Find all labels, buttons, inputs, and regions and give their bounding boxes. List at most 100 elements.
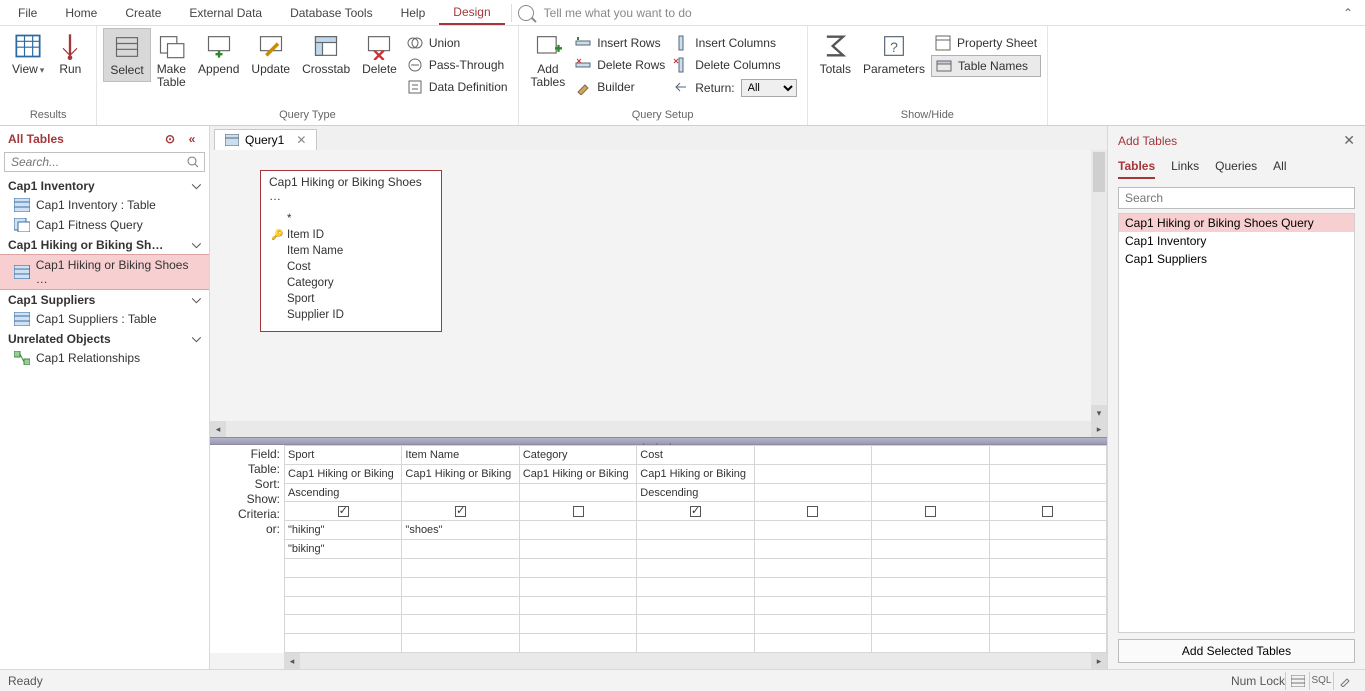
grid-cell[interactable] <box>519 540 636 559</box>
grid-cell[interactable] <box>637 521 754 540</box>
add-tables-tab[interactable]: Links <box>1171 159 1199 179</box>
grid-cell[interactable] <box>285 577 402 596</box>
grid-cell[interactable] <box>519 615 636 634</box>
grid-cell[interactable] <box>872 615 989 634</box>
grid-cell[interactable]: "hiking" <box>285 521 402 540</box>
grid-horizontal-scrollbar[interactable]: ◂▸ <box>284 653 1107 669</box>
grid-cell[interactable] <box>402 596 519 615</box>
grid-cell[interactable] <box>872 634 989 653</box>
add-tables-tab[interactable]: Queries <box>1215 159 1257 179</box>
add-tables-button[interactable]: Add Tables <box>525 28 572 93</box>
grid-cell[interactable] <box>754 634 871 653</box>
grid-cell[interactable] <box>402 483 519 502</box>
menu-database-tools[interactable]: Database Tools <box>276 2 387 24</box>
grid-cell[interactable] <box>402 502 519 521</box>
nav-item[interactable]: Cap1 Inventory : Table <box>0 195 209 215</box>
vertical-scrollbar[interactable]: ▾ <box>1091 150 1107 421</box>
grid-cell[interactable] <box>637 615 754 634</box>
add-tables-list-item[interactable]: Cap1 Inventory <box>1119 232 1354 250</box>
grid-cell[interactable] <box>989 446 1106 465</box>
grid-cell[interactable] <box>285 502 402 521</box>
return-select[interactable]: All <box>741 79 797 97</box>
delete-columns-button[interactable]: Delete Columns <box>669 55 800 75</box>
grid-cell[interactable] <box>519 502 636 521</box>
nav-group[interactable]: Cap1 Inventory⌵ <box>0 176 209 195</box>
grid-cell[interactable] <box>872 596 989 615</box>
scroll-left-icon[interactable]: ◂ <box>284 653 300 669</box>
grid-cell[interactable] <box>872 464 989 483</box>
grid-cell[interactable] <box>402 615 519 634</box>
grid-cell[interactable] <box>754 596 871 615</box>
nav-item[interactable]: Cap1 Relationships <box>0 348 209 368</box>
grid-cell[interactable] <box>519 634 636 653</box>
run-button[interactable]: Run <box>50 28 90 80</box>
grid-cell[interactable] <box>285 634 402 653</box>
nav-dropdown-icon[interactable]: ⊙ <box>161 132 179 146</box>
data-definition-button[interactable]: Data Definition <box>403 77 512 97</box>
nav-item[interactable]: Cap1 Fitness Query <box>0 215 209 235</box>
grid-cell[interactable] <box>754 558 871 577</box>
grid-cell[interactable] <box>989 464 1106 483</box>
grid-cell[interactable]: Descending <box>637 483 754 502</box>
pass-through-button[interactable]: Pass-Through <box>403 55 512 75</box>
grid-cell[interactable] <box>519 577 636 596</box>
grid-cell[interactable] <box>285 558 402 577</box>
ribbon-collapse-icon[interactable]: ⌃ <box>1343 6 1361 20</box>
property-sheet-button[interactable]: Property Sheet <box>931 33 1041 53</box>
grid-cell[interactable]: Sport <box>285 446 402 465</box>
field-item[interactable]: Category <box>265 275 437 291</box>
query-design-surface[interactable]: Cap1 Hiking or Biking Shoes … *🔑Item IDI… <box>210 150 1107 421</box>
close-icon[interactable]: ✕ <box>296 133 306 147</box>
grid-cell[interactable] <box>989 558 1106 577</box>
update-button[interactable]: Update <box>245 28 296 80</box>
grid-cell[interactable] <box>754 577 871 596</box>
grid-cell[interactable] <box>872 483 989 502</box>
append-button[interactable]: Append <box>192 28 245 80</box>
grid-cell[interactable] <box>285 615 402 634</box>
grid-cell[interactable] <box>402 540 519 559</box>
menu-file[interactable]: File <box>4 2 51 24</box>
nav-item[interactable]: Cap1 Suppliers : Table <box>0 309 209 329</box>
grid-cell[interactable]: "biking" <box>285 540 402 559</box>
grid-cell[interactable] <box>637 558 754 577</box>
grid-cell[interactable] <box>637 577 754 596</box>
grid-cell[interactable] <box>989 634 1106 653</box>
grid-cell[interactable]: Ascending <box>285 483 402 502</box>
grid-cell[interactable] <box>519 483 636 502</box>
pane-splitter[interactable] <box>210 437 1107 445</box>
grid-cell[interactable] <box>637 634 754 653</box>
insert-columns-button[interactable]: Insert Columns <box>669 33 800 53</box>
grid-cell[interactable]: Item Name <box>402 446 519 465</box>
grid-cell[interactable] <box>402 558 519 577</box>
grid-cell[interactable] <box>989 502 1106 521</box>
grid-cell[interactable] <box>519 558 636 577</box>
grid-cell[interactable] <box>872 446 989 465</box>
grid-cell[interactable] <box>754 483 871 502</box>
add-tables-search[interactable]: Search <box>1118 187 1355 209</box>
grid-cell[interactable] <box>285 596 402 615</box>
search-icon[interactable] <box>182 153 204 171</box>
tab-query1[interactable]: Query1 ✕ <box>214 129 317 150</box>
grid-cell[interactable]: Cap1 Hiking or Biking <box>637 464 754 483</box>
grid-cell[interactable] <box>872 558 989 577</box>
grid-cell[interactable] <box>519 596 636 615</box>
menu-help[interactable]: Help <box>387 2 440 24</box>
grid-cell[interactable]: Cap1 Hiking or Biking <box>519 464 636 483</box>
nav-group[interactable]: Cap1 Hiking or Biking Sh…⌵ <box>0 235 209 254</box>
grid-cell[interactable] <box>989 577 1106 596</box>
make-table-button[interactable]: Make Table <box>151 28 192 93</box>
field-item[interactable]: 🔑Item ID <box>265 227 437 243</box>
add-selected-tables-button[interactable]: Add Selected Tables <box>1118 639 1355 663</box>
grid-cell[interactable] <box>519 521 636 540</box>
select-query-button[interactable]: Select <box>103 28 150 82</box>
table-field-list[interactable]: Cap1 Hiking or Biking Shoes … *🔑Item IDI… <box>260 170 442 332</box>
nav-header[interactable]: All Tables ⊙ « <box>0 126 209 152</box>
add-tables-list-item[interactable]: Cap1 Suppliers <box>1119 250 1354 268</box>
grid-cell[interactable]: Cap1 Hiking or Biking <box>402 464 519 483</box>
add-tables-tab[interactable]: Tables <box>1118 159 1155 179</box>
design-horizontal-scrollbar[interactable]: ◂▸ <box>210 421 1107 437</box>
scroll-right-icon[interactable]: ▸ <box>1091 421 1107 437</box>
grid-cell[interactable] <box>754 540 871 559</box>
scroll-left-icon[interactable]: ◂ <box>210 421 226 437</box>
nav-group[interactable]: Cap1 Suppliers⌵ <box>0 290 209 309</box>
